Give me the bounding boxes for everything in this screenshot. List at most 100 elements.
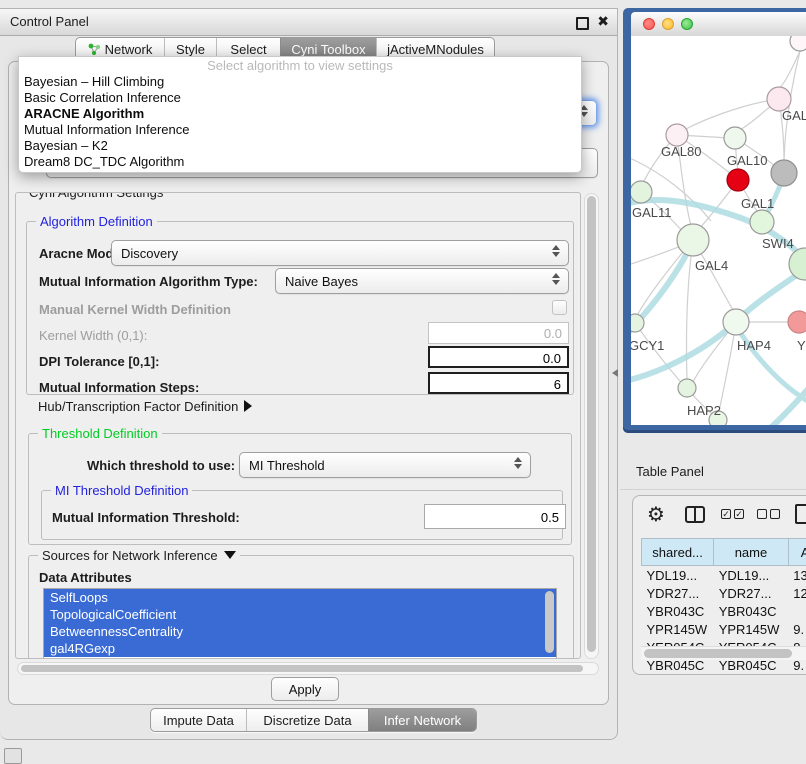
minimize-window-icon[interactable] xyxy=(662,18,674,30)
control-panel-title: Control Panel xyxy=(10,14,89,29)
algorithm-dropdown-popup: Select algorithm to view settings Bayesi… xyxy=(18,56,582,173)
table-row[interactable]: YBL079WYBL079W xyxy=(642,674,806,675)
column-header-name[interactable]: name xyxy=(714,539,789,566)
node-gal1[interactable] xyxy=(750,210,774,234)
tab-discretize-data[interactable]: Discretize Data xyxy=(246,709,368,731)
node-red-selected[interactable] xyxy=(727,169,749,191)
mi-algorithm-type-label: Mutual Information Algorithm Type: xyxy=(39,274,258,289)
threshold-definition-group: Threshold Definition Which threshold to … xyxy=(28,433,572,545)
mi-threshold-definition-title: MI Threshold Definition xyxy=(51,483,192,498)
manual-kernel-checkbox[interactable] xyxy=(552,300,567,315)
data-attributes-label: Data Attributes xyxy=(39,570,132,585)
cyni-bottom-tab-bar: Impute Data Discretize Data Infer Networ… xyxy=(150,708,477,732)
settings-vertical-scrollbar[interactable] xyxy=(584,193,599,659)
dpi-tolerance-field[interactable]: 0.0 xyxy=(428,346,569,368)
mi-threshold-field[interactable]: 0.5 xyxy=(424,504,566,529)
settings-horizontal-scrollbar[interactable] xyxy=(17,662,599,675)
node-gal11[interactable] xyxy=(631,181,652,203)
threshold-definition-title: Threshold Definition xyxy=(38,426,162,441)
data-attributes-list: SelfLoops TopologicalCoefficient Between… xyxy=(43,588,557,659)
table-row[interactable]: YBR043CYBR043C xyxy=(642,602,806,620)
list-item-selfloops[interactable]: SelfLoops xyxy=(44,589,556,606)
node-hap4[interactable] xyxy=(723,309,749,335)
mi-steps-label: Mutual Information Steps: xyxy=(39,380,199,395)
table-panel-title: Table Panel xyxy=(636,464,704,479)
apply-button[interactable]: Apply xyxy=(271,677,339,701)
table-row[interactable]: YDL19...YDL19...13 xyxy=(642,566,806,585)
table-row[interactable]: YDR27...YDR27...12 xyxy=(642,584,806,602)
table-horizontal-scrollbar[interactable] xyxy=(641,646,806,660)
node-gal4[interactable] xyxy=(677,224,709,256)
dropdown-item-basic-correlation[interactable]: Basic Correlation Inference xyxy=(19,90,581,106)
column-header-cut[interactable]: A xyxy=(788,539,806,566)
attributes-list-scrollbar[interactable] xyxy=(545,591,554,653)
dpi-tolerance-label: DPI Tolerance [0,1]: xyxy=(39,354,159,369)
tab-impute-data[interactable]: Impute Data xyxy=(151,709,246,731)
node-label-gal10: GAL10 xyxy=(727,153,767,168)
node-gray[interactable] xyxy=(771,160,797,186)
cyni-settings-title: Cyni Algorithm Settings xyxy=(25,192,167,200)
expand-right-icon xyxy=(244,400,252,412)
node-label-gal: GAL xyxy=(782,108,806,123)
float-window-icon[interactable] xyxy=(576,17,589,30)
manual-kernel-label: Manual Kernel Width Definition xyxy=(39,302,231,317)
network-tab-icon xyxy=(88,43,101,56)
node-unlabeled-top[interactable] xyxy=(790,36,806,51)
deselect-all-icon[interactable] xyxy=(757,509,780,519)
node-gal80[interactable] xyxy=(666,124,688,146)
dropdown-item-bayesian-hill-climbing[interactable]: Bayesian – Hill Climbing xyxy=(19,74,581,90)
export-table-icon[interactable] xyxy=(795,504,806,524)
node-label-gal11: GAL11 xyxy=(632,205,672,220)
algorithm-definition-group: Algorithm Definition Aracne Mode: Discov… xyxy=(26,221,574,395)
dropdown-item-bayesian-k2[interactable]: Bayesian – K2 xyxy=(19,138,581,154)
close-window-icon[interactable] xyxy=(643,18,655,30)
node-label-gcy1: GCY1 xyxy=(631,338,664,353)
aracne-mode-value: Discovery xyxy=(121,246,178,261)
network-canvas[interactable]: GAL GAL80 GAL10 GAL1 GAL11 SWI4 GAL4 GCY… xyxy=(631,36,806,425)
node-label-hap2: HAP2 xyxy=(687,403,721,418)
combo-arrows-icon xyxy=(552,273,560,285)
node-salmon[interactable] xyxy=(788,311,806,333)
tab-infer-network[interactable]: Infer Network xyxy=(368,709,476,731)
node-gal10[interactable] xyxy=(724,127,746,149)
dropdown-item-dream8[interactable]: Dream8 DC_TDC Algorithm xyxy=(19,154,581,170)
split-view-icon[interactable] xyxy=(685,506,705,523)
combo-arrows-icon xyxy=(552,245,560,257)
control-panel-titlebar: Control Panel ✖ xyxy=(0,9,617,36)
tab-network-label: Network xyxy=(105,42,153,57)
aracne-mode-combobox[interactable]: Discovery xyxy=(111,240,569,266)
node-hap2[interactable] xyxy=(678,379,696,397)
algorithm-definition-title: Algorithm Definition xyxy=(36,214,157,229)
column-header-shared[interactable]: shared... xyxy=(642,539,714,566)
node-label-gal4: GAL4 xyxy=(695,258,728,273)
close-panel-icon[interactable]: ✖ xyxy=(597,13,609,30)
hub-definition-expander[interactable]: Hub/Transcription Factor Definition xyxy=(38,399,252,414)
collapse-down-icon xyxy=(224,551,236,559)
cyni-algorithm-settings-group: Cyni Algorithm Settings Algorithm Defini… xyxy=(15,192,581,659)
list-item-topologicalcoefficient[interactable]: TopologicalCoefficient xyxy=(44,606,556,623)
which-threshold-combobox[interactable]: MI Threshold xyxy=(239,452,531,478)
zoom-window-icon[interactable] xyxy=(681,18,693,30)
mi-steps-field[interactable]: 6 xyxy=(428,372,569,394)
table-row[interactable]: YPR145WYPR145W9. xyxy=(642,620,806,638)
sources-group: Sources for Network Inference Data Attri… xyxy=(28,555,574,659)
list-item-betweennesscentrality[interactable]: BetweennessCentrality xyxy=(44,623,556,640)
mi-threshold-label: Mutual Information Threshold: xyxy=(52,510,240,525)
table-panel-header: Table Panel xyxy=(620,455,806,490)
select-all-icon[interactable]: ✓✓ xyxy=(721,509,744,519)
mi-algorithm-type-combobox[interactable]: Naive Bayes xyxy=(275,268,569,294)
dropdown-item-aracne[interactable]: ARACNE Algorithm xyxy=(19,106,581,122)
which-threshold-label: Which threshold to use: xyxy=(87,458,235,473)
gear-icon[interactable]: ⚙ xyxy=(647,502,665,527)
list-item-gal4rgexp[interactable]: gal4RGexp xyxy=(44,640,556,657)
sources-title[interactable]: Sources for Network Inference xyxy=(38,548,240,563)
node-label-y-cut: Y xyxy=(797,338,806,353)
mi-algorithm-type-value: Naive Bayes xyxy=(285,274,358,289)
node-gcy1[interactable] xyxy=(631,314,644,332)
node-label-hap4: HAP4 xyxy=(737,338,771,353)
node-label-swi4: SWI4 xyxy=(762,236,794,251)
table-header-row: shared... name A xyxy=(642,539,806,566)
panel-splitter-handle[interactable] xyxy=(612,369,618,377)
kernel-width-field[interactable]: 0.0 xyxy=(428,322,569,344)
dropdown-item-mutual-information[interactable]: Mutual Information Inference xyxy=(19,122,581,138)
